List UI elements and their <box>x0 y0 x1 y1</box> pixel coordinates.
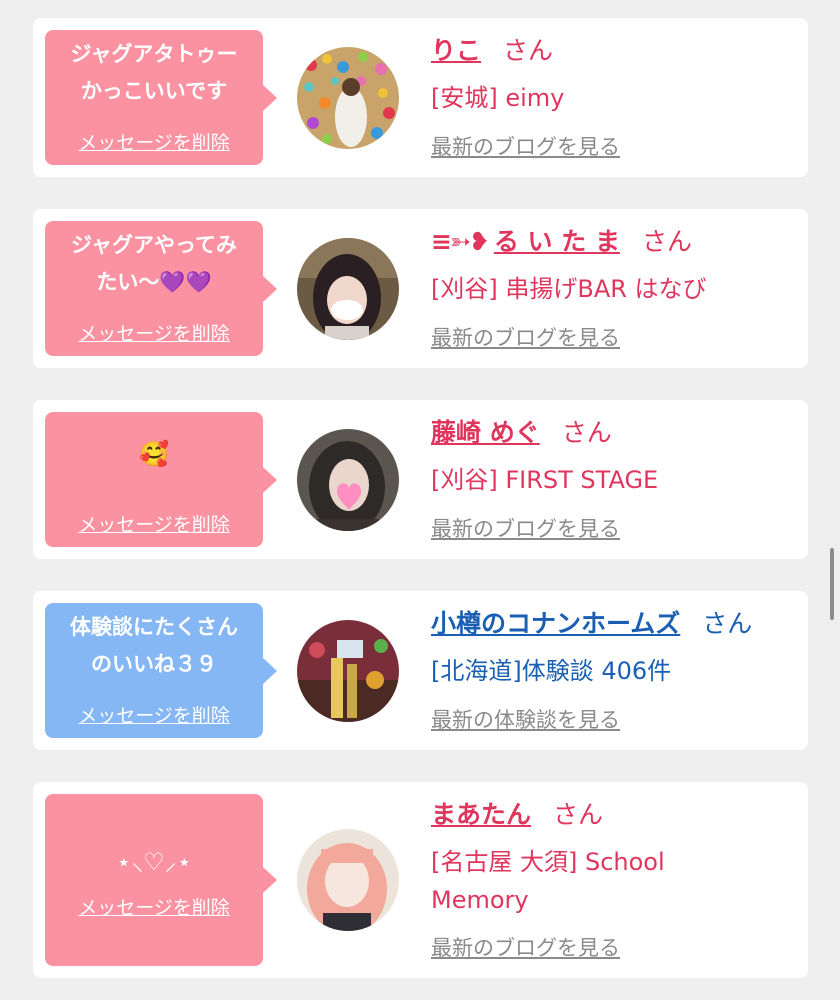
message-card: ジャグアタトゥー かっこいいです メッセージを削除 りこ さん [安城] eimy… <box>33 18 808 177</box>
shop-label: [名古屋 大須] School Memory <box>431 848 665 914</box>
message-card: ジャグアやってみ たい〜💜💜 メッセージを削除 ≡➳❥ る い た まさん [刈谷… <box>33 209 808 368</box>
latest-blog-link[interactable]: 最新のブログを見る <box>431 131 620 161</box>
message-bubble: ⋆⸜♡⸝⋆ メッセージを削除 <box>45 794 277 966</box>
message-text: 🥰 <box>139 440 169 468</box>
avatar[interactable] <box>297 429 399 531</box>
user-info: 小樽のコナンホームズ さん [北海道]体験談 406件 <box>431 609 791 690</box>
avatar-photo-icon <box>297 47 399 149</box>
delete-message-link[interactable]: メッセージを削除 <box>45 319 263 346</box>
avatar[interactable] <box>297 829 399 931</box>
name-line: 藤崎 めぐ さん <box>431 418 791 448</box>
name-decoration: ≡➳❥ <box>431 227 490 256</box>
latest-blog-link[interactable]: 最新のブログを見る <box>431 322 620 352</box>
latest-blog-link[interactable]: 最新のブログを見る <box>431 932 620 962</box>
delete-message-link[interactable]: メッセージを削除 <box>45 128 263 155</box>
scrollbar[interactable] <box>830 548 834 620</box>
message-bubble: 🥰 メッセージを削除 <box>45 412 277 547</box>
message-bubble: ジャグアやってみ たい〜💜💜 メッセージを削除 <box>45 221 277 356</box>
user-name-link[interactable]: りこ <box>431 36 481 65</box>
honorific: さん <box>503 36 554 65</box>
user-info: りこ さん [安城] eimy <box>431 36 791 117</box>
avatar-photo-icon <box>297 620 399 722</box>
message-card: 🥰 メッセージを削除 藤崎 めぐ さん [刈谷] FIRST STAGE 最新のブ… <box>33 400 808 559</box>
honorific: さん <box>702 609 753 638</box>
shop-label: [北海道]体験談 406件 <box>431 657 672 685</box>
avatar[interactable] <box>297 620 399 722</box>
user-info: まあたん さん [名古屋 大須] School Memory <box>431 800 791 919</box>
honorific: さん <box>553 800 604 829</box>
shop-label: [刈谷] FIRST STAGE <box>431 466 659 494</box>
avatar-photo-icon <box>297 829 399 931</box>
user-info: 藤崎 めぐ さん [刈谷] FIRST STAGE <box>431 418 791 499</box>
message-bubble: ジャグアタトゥー かっこいいです メッセージを削除 <box>45 30 277 165</box>
shop-label: [安城] eimy <box>431 84 565 112</box>
user-name-link[interactable]: る い た ま <box>494 227 620 256</box>
user-info: ≡➳❥ る い た まさん [刈谷] 串揚げBAR はなび <box>431 227 791 308</box>
user-name-link[interactable]: まあたん <box>431 800 531 829</box>
honorific: さん <box>641 227 692 256</box>
name-line: りこ さん <box>431 36 791 66</box>
avatar-photo-icon <box>297 238 399 340</box>
delete-message-link[interactable]: メッセージを削除 <box>45 701 263 728</box>
latest-review-link[interactable]: 最新の体験談を見る <box>431 704 620 734</box>
message-text: ジャグアやってみ たい〜💜💜 <box>71 233 237 294</box>
message-card: 体験談にたくさん のいいね３９ メッセージを削除 小樽のコナンホームズ さん [北… <box>33 591 808 750</box>
user-name-link[interactable]: 小樽のコナンホームズ <box>431 609 680 638</box>
shop-label: [刈谷] 串揚げBAR はなび <box>431 275 707 303</box>
avatar-photo-icon <box>297 429 399 531</box>
avatar[interactable] <box>297 47 399 149</box>
delete-message-link[interactable]: メッセージを削除 <box>45 893 263 920</box>
message-card: ⋆⸜♡⸝⋆ メッセージを削除 まあたん さん [名古屋 大須] School Me… <box>33 782 808 978</box>
message-bubble: 体験談にたくさん のいいね３９ メッセージを削除 <box>45 603 277 738</box>
name-line: ≡➳❥ る い た まさん <box>431 227 791 257</box>
delete-message-link[interactable]: メッセージを削除 <box>45 510 263 537</box>
latest-blog-link[interactable]: 最新のブログを見る <box>431 513 620 543</box>
name-line: 小樽のコナンホームズ さん <box>431 609 791 639</box>
user-name-link[interactable]: 藤崎 めぐ <box>431 418 540 447</box>
message-text: 体験談にたくさん のいいね３９ <box>70 615 238 676</box>
message-text: ⋆⸜♡⸝⋆ <box>116 848 192 876</box>
honorific: さん <box>561 418 612 447</box>
avatar[interactable] <box>297 238 399 340</box>
name-line: まあたん さん <box>431 800 791 830</box>
message-text: ジャグアタトゥー かっこいいです <box>70 42 238 103</box>
